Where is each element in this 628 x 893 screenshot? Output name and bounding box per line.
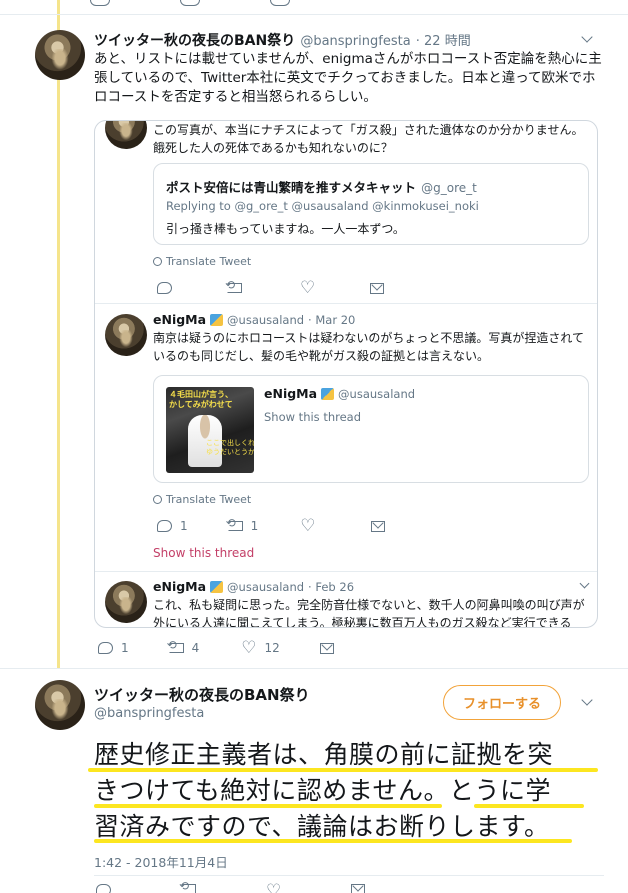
divider <box>95 303 597 304</box>
avatar[interactable] <box>35 30 85 80</box>
highlight-underline <box>474 804 584 808</box>
retweet-icon[interactable] <box>179 879 196 893</box>
timestamp[interactable]: 1:42 - 2018年11月4日 <box>94 852 228 871</box>
retweet-action[interactable]: 1 <box>226 516 259 533</box>
reply-icon[interactable] <box>157 520 172 532</box>
highlight-underline <box>88 768 598 772</box>
display-name[interactable]: ツイッター秋の夜長のBAN祭り <box>94 33 295 49</box>
tweet-text: これ、私も疑問に思った。完全防音仕様でないと、数千人の阿鼻叫喚の叫び声が外にいる… <box>153 598 585 628</box>
message-icon[interactable] <box>370 520 385 532</box>
badge-icon <box>210 580 224 593</box>
user-handle[interactable]: @banspringfesta <box>94 706 204 721</box>
badge-icon <box>321 387 335 400</box>
thread-connector-line <box>57 0 60 668</box>
timestamp[interactable]: · Mar 20 <box>308 313 355 327</box>
like-icon[interactable]: ♡ <box>241 640 256 657</box>
reply-action[interactable]: 1 <box>157 519 188 533</box>
globe-icon <box>153 257 162 266</box>
quoted-tweet-card[interactable]: ポスト安倍には青山繁晴を推すメタキャット @g_ore_t Replying t… <box>153 163 589 245</box>
tweet-actions: 1 1 ♡ <box>157 516 457 535</box>
like-icon[interactable]: ♡ <box>300 518 315 535</box>
reply-icon[interactable] <box>96 884 111 893</box>
display-name: ポスト安倍には青山繁晴を推すメタキャット <box>166 180 417 195</box>
thumbnail-subtitle: ここで出しくれ ゆうだいとうか <box>206 439 254 456</box>
tweet-text-large: 歴史修正主義者は、角膜の前に証拠を突 きつけても絶対に認めません。とうに学 習済… <box>94 737 604 845</box>
display-name: eNigMa <box>264 386 318 401</box>
reply-count: 1 <box>180 519 188 533</box>
user-handle: @usausaland <box>338 386 416 401</box>
tweet-text: この写真が、本当にナチスによって「ガス殺」された遺体なのか分かりません。餓死した… <box>153 123 584 155</box>
quoted-tweet-card[interactable]: ４毛田山が言う、 かしてみがわせて ここで出しくれ ゆうだいとうか eNigMa… <box>153 375 589 483</box>
like-count: 12 <box>264 641 280 655</box>
tweet-header: eNigMa @usausaland · Mar 20 <box>153 312 355 327</box>
reply-icon[interactable] <box>157 282 172 294</box>
avatar[interactable] <box>105 121 147 149</box>
previous-tweet-actions <box>90 0 360 6</box>
avatar[interactable] <box>105 581 147 623</box>
user-handle[interactable]: @usausaland <box>227 313 304 327</box>
quoted-thread-box[interactable]: この写真が、本当にナチスによって「ガス殺」された遺体なのか分かりません。餓死した… <box>94 120 598 628</box>
display-name[interactable]: eNigMa <box>153 579 206 594</box>
globe-icon <box>153 495 162 504</box>
message-icon[interactable] <box>351 884 366 893</box>
tweet-actions: ♡ <box>96 879 366 893</box>
like-action[interactable]: ♡ 12 <box>241 640 280 657</box>
highlight-underline <box>94 839 572 843</box>
user-handle[interactable]: @usausaland <box>227 580 304 594</box>
retweet-action[interactable]: 4 <box>167 638 200 655</box>
chevron-down-icon[interactable] <box>581 694 593 706</box>
user-handle: @g_ore_t <box>421 181 477 195</box>
display-name[interactable]: eNigMa <box>153 312 206 327</box>
reply-icon[interactable] <box>90 0 110 6</box>
divider <box>0 14 628 15</box>
badge-icon <box>210 313 224 326</box>
replying-to: Replying to @g_ore_t @usausaland @kinmok… <box>166 199 479 213</box>
message-icon[interactable] <box>370 282 385 294</box>
retweet-icon[interactable] <box>180 0 200 6</box>
translate-label: Translate Tweet <box>166 493 252 506</box>
retweet-count: 1 <box>250 519 259 533</box>
chevron-down-icon[interactable] <box>581 31 593 43</box>
translate-tweet-link[interactable]: Translate Tweet <box>153 255 251 268</box>
reply-action[interactable]: 1 <box>98 641 129 655</box>
divider <box>0 668 628 669</box>
follow-button[interactable]: フォローする <box>443 685 561 720</box>
tweet-text: 南京は疑うのにホロコーストは疑わないのがちょっと不思議。写真が捏造されているのも… <box>153 331 585 363</box>
reply-icon[interactable] <box>98 642 113 654</box>
tweet-text: あと、リストには載せていませんが、enigmaさんがホロコースト否定論を熱心に主… <box>94 51 602 105</box>
chevron-down-icon[interactable] <box>579 578 590 589</box>
tweet-header: eNigMa @usausaland · Feb 26 <box>153 579 354 594</box>
timestamp[interactable]: · 22 時間 <box>416 34 471 49</box>
like-icon[interactable]: ♡ <box>300 280 315 297</box>
user-handle[interactable]: @banspringfesta <box>300 34 410 49</box>
retweet-icon[interactable] <box>167 638 184 653</box>
avatar[interactable] <box>35 680 85 730</box>
retweet-icon[interactable] <box>225 278 242 293</box>
message-icon[interactable] <box>319 642 334 654</box>
avatar[interactable] <box>105 314 147 356</box>
retweet-icon[interactable] <box>226 516 243 531</box>
translate-tweet-link[interactable]: Translate Tweet <box>153 493 251 506</box>
divider <box>94 875 604 876</box>
like-icon[interactable]: ♡ <box>266 883 281 893</box>
divider <box>95 571 597 572</box>
highlight-underline <box>94 804 442 808</box>
tweet-actions: ♡ <box>157 278 457 297</box>
thumbnail-image: ４毛田山が言う、 かしてみがわせて ここで出しくれ ゆうだいとうか <box>166 387 254 473</box>
show-this-thread-link[interactable]: Show this thread <box>264 410 361 424</box>
like-icon[interactable] <box>270 0 290 6</box>
translate-label: Translate Tweet <box>166 255 252 268</box>
card-text: 引っ掻き棒もっていますね。一人一本ずつ。 <box>166 222 405 236</box>
thumbnail-caption: ４毛田山が言う、 かしてみがわせて <box>169 390 233 409</box>
retweet-count: 4 <box>191 641 200 655</box>
timestamp[interactable]: · Feb 26 <box>308 580 354 594</box>
tweet-actions: 1 4 ♡ 12 <box>98 638 398 657</box>
display-name[interactable]: ツイッター秋の夜長のBAN祭り <box>94 684 310 705</box>
show-this-thread-link[interactable]: Show this thread <box>153 546 254 560</box>
reply-count: 1 <box>121 641 129 655</box>
tweet-header: ツイッター秋の夜長のBAN祭り @banspringfesta · 22 時間 <box>94 30 471 50</box>
